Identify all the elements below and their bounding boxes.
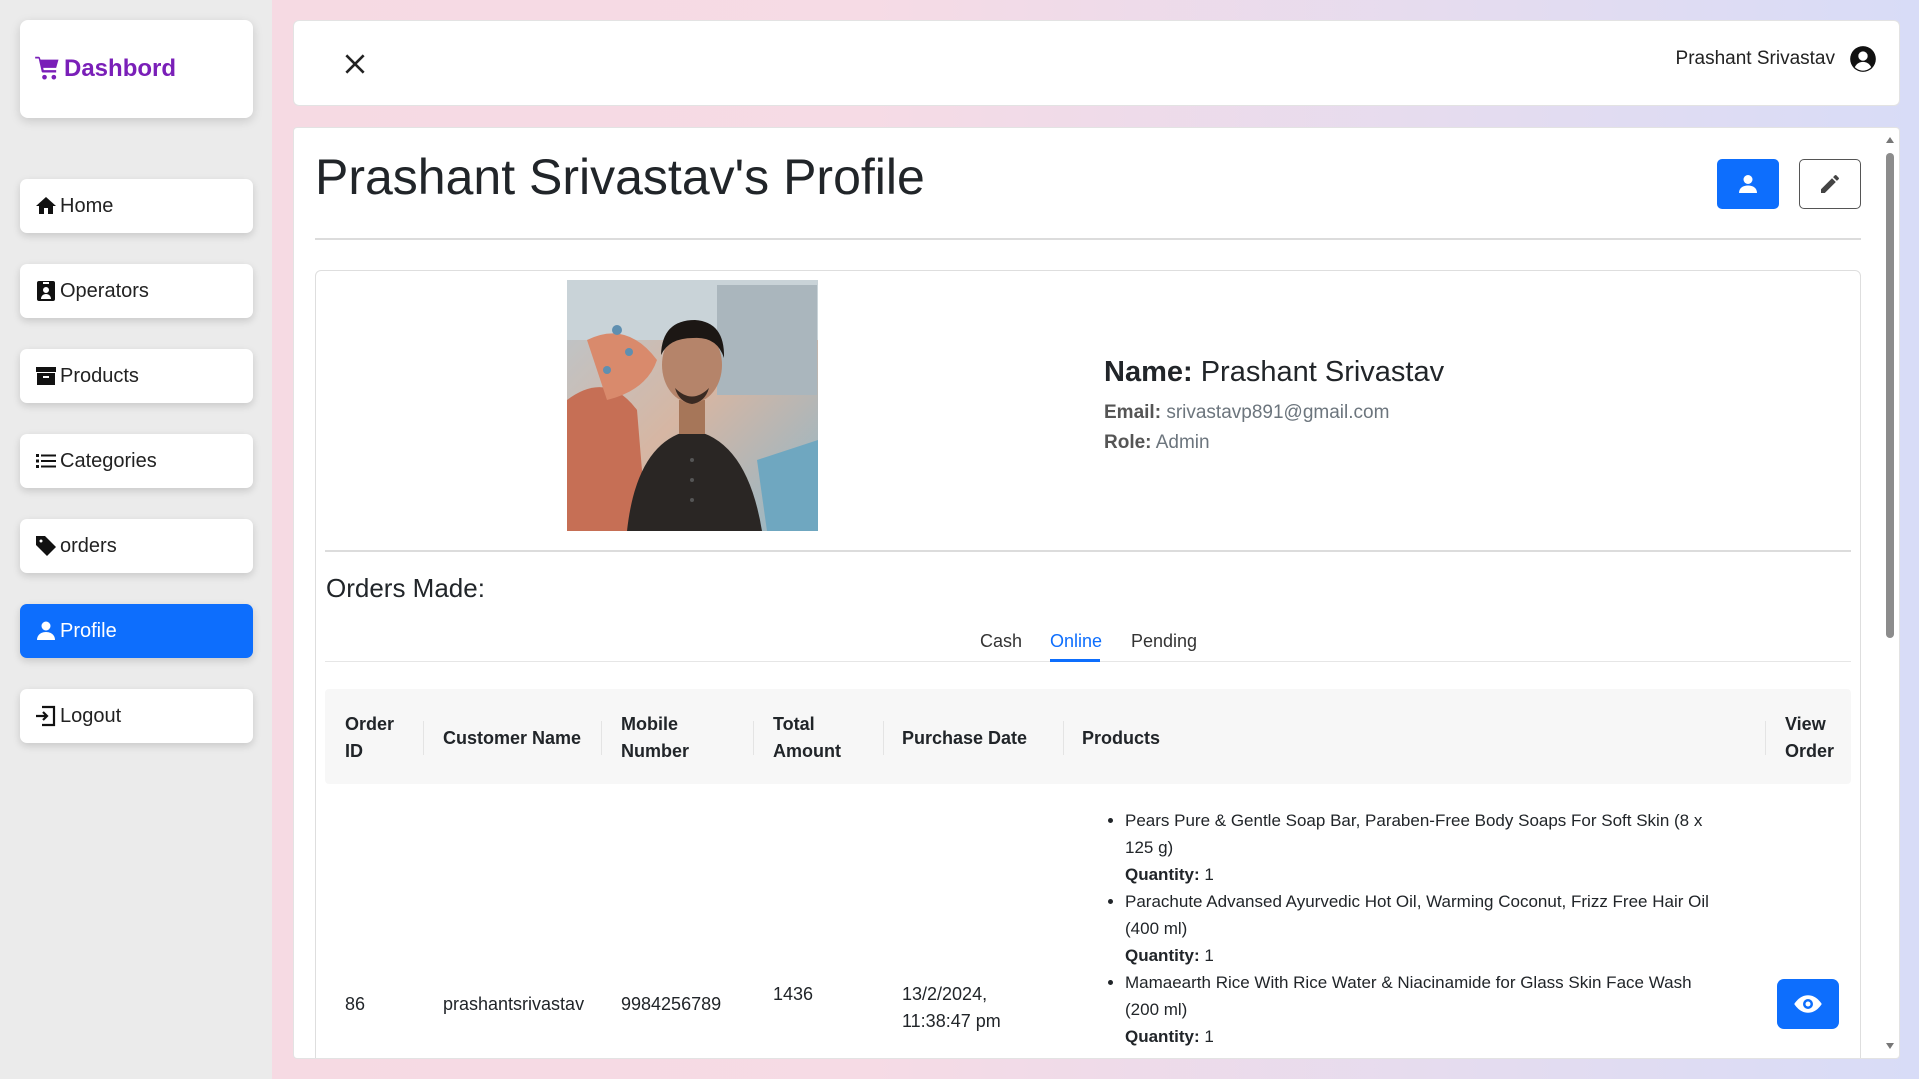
eye-icon xyxy=(1794,995,1822,1013)
quantity-label: Quantity: xyxy=(1125,946,1200,965)
role-label: Role: xyxy=(1104,432,1152,453)
cell-total-amount: 1436 xyxy=(773,984,814,1004)
name-value: Prashant Srivastav xyxy=(1200,356,1445,388)
quantity-label: Quantity: xyxy=(1125,1027,1200,1046)
user-name: Prashant Srivastav xyxy=(1675,48,1835,69)
page-title: Prashant Srivastav's Profile xyxy=(315,149,925,205)
tag-icon xyxy=(36,536,56,556)
sidebar-item-products[interactable]: Products xyxy=(20,349,253,403)
sidebar-item-label: orders xyxy=(60,534,117,557)
scroll-down-icon[interactable] xyxy=(1885,1041,1895,1051)
divider xyxy=(325,550,1851,552)
column-header-mobile-number: Mobile Number xyxy=(621,714,690,761)
main-scrollbar[interactable] xyxy=(1883,133,1897,1053)
list-icon xyxy=(36,454,56,468)
view-order-button[interactable] xyxy=(1777,979,1839,1029)
sidebar-item-label: Logout xyxy=(60,704,122,727)
product-name: Mamaearth Rice With Rice Water & Niacina… xyxy=(1125,973,1692,1019)
close-icon xyxy=(345,54,365,74)
column-header-view-order: View Order xyxy=(1785,714,1835,761)
brand-logo[interactable]: Dashbord xyxy=(20,20,253,118)
cell-customer-name: prashantsrivastav xyxy=(443,994,585,1014)
cell-order-id: 86 xyxy=(345,994,366,1014)
active-tab-indicator xyxy=(1050,659,1100,662)
divider xyxy=(315,238,1861,240)
logout-icon xyxy=(36,705,56,727)
profile-card: Name: Prashant Srivastav Email: srivasta… xyxy=(315,270,1861,1058)
profile-name: Name: Prashant Srivastav xyxy=(1104,356,1444,389)
sidebar-item-label: Profile xyxy=(60,619,117,642)
user-circle-icon xyxy=(1850,46,1876,72)
main-panel: Prashant Srivastav's Profile Name: Prash… xyxy=(293,127,1900,1059)
id-badge-icon xyxy=(37,281,55,301)
email-value: srivastavp891@gmail.com xyxy=(1166,402,1390,423)
sidebar-item-label: Categories xyxy=(60,449,157,472)
top-bar: Prashant Srivastav xyxy=(293,20,1900,106)
tab-cash[interactable]: Cash xyxy=(980,631,1022,652)
quantity-label: Quantity: xyxy=(1125,865,1200,884)
sidebar: Dashbord Home Operators Products Categor… xyxy=(0,0,272,1079)
column-header-products: Products xyxy=(1082,728,1161,748)
sidebar-item-profile[interactable]: Profile xyxy=(20,604,253,658)
orders-table-header: Order ID Customer Name Mobile Number Tot… xyxy=(325,689,1851,784)
profile-role: Role: Admin xyxy=(1104,432,1210,454)
list-item: Mamaearth Rice With Rice Water & Niacina… xyxy=(1125,969,1725,1050)
column-header-order-id: Order ID xyxy=(345,714,395,761)
list-item: Parachute Advansed Ayurvedic Hot Oil, Wa… xyxy=(1125,888,1725,969)
tab-pending[interactable]: Pending xyxy=(1131,631,1197,652)
user-icon xyxy=(37,621,55,640)
sidebar-item-label: Home xyxy=(60,194,114,217)
sidebar-item-operators[interactable]: Operators xyxy=(20,264,253,318)
column-separator xyxy=(753,721,754,755)
sidebar-item-orders[interactable]: orders xyxy=(20,519,253,573)
column-separator xyxy=(883,721,884,755)
sidebar-item-logout[interactable]: Logout xyxy=(20,689,253,743)
sidebar-item-home[interactable]: Home xyxy=(20,179,253,233)
list-item: Pears Pure & Gentle Soap Bar, Paraben-Fr… xyxy=(1125,807,1725,888)
user-menu[interactable]: Prashant Srivastav xyxy=(1676,45,1877,73)
column-separator xyxy=(1063,721,1064,755)
column-separator xyxy=(1765,721,1766,755)
brand-title: Dashbord xyxy=(64,55,177,82)
user-icon xyxy=(1739,175,1757,193)
column-separator xyxy=(423,721,424,755)
quantity-value: 1 xyxy=(1204,1027,1214,1046)
column-separator xyxy=(601,721,602,755)
cell-mobile-number: 9984256789 xyxy=(621,994,722,1014)
column-header-customer-name: Customer Name xyxy=(443,728,582,748)
role-value: Admin xyxy=(1155,432,1210,453)
quantity-value: 1 xyxy=(1204,865,1214,884)
archive-box-icon xyxy=(36,367,56,385)
sidebar-item-label: Products xyxy=(60,364,139,387)
column-header-total-amount: Total Amount xyxy=(773,714,841,761)
scroll-up-icon[interactable] xyxy=(1885,135,1895,145)
email-label: Email: xyxy=(1104,402,1162,423)
column-header-purchase-date: Purchase Date xyxy=(902,728,1028,748)
cart-icon xyxy=(35,56,59,80)
home-icon xyxy=(36,197,56,214)
edit-profile-button[interactable] xyxy=(1799,159,1861,209)
product-name: Parachute Advansed Ayurvedic Hot Oil, Wa… xyxy=(1125,892,1709,938)
product-name: Pears Pure & Gentle Soap Bar, Paraben-Fr… xyxy=(1125,811,1703,857)
profile-view-button[interactable] xyxy=(1717,159,1779,209)
sidebar-item-categories[interactable]: Categories xyxy=(20,434,253,488)
profile-photo-image xyxy=(567,280,818,531)
tab-online[interactable]: Online xyxy=(1050,631,1102,652)
profile-photo xyxy=(567,280,818,531)
orders-title: Orders Made: xyxy=(326,573,485,603)
name-label: Name: xyxy=(1104,356,1193,388)
profile-email: Email: srivastavp891@gmail.com xyxy=(1104,402,1389,424)
scroll-thumb[interactable] xyxy=(1886,153,1894,638)
quantity-value: 1 xyxy=(1204,946,1214,965)
close-button[interactable] xyxy=(342,51,368,77)
cell-products-list: Pears Pure & Gentle Soap Bar, Paraben-Fr… xyxy=(1105,807,1725,1050)
pencil-icon xyxy=(1821,175,1839,193)
cell-purchase-date: 13/2/2024, 11:38:47 pm xyxy=(902,984,1001,1031)
sidebar-item-label: Operators xyxy=(60,279,149,302)
order-tabs: Cash Online Pending xyxy=(325,611,1851,662)
